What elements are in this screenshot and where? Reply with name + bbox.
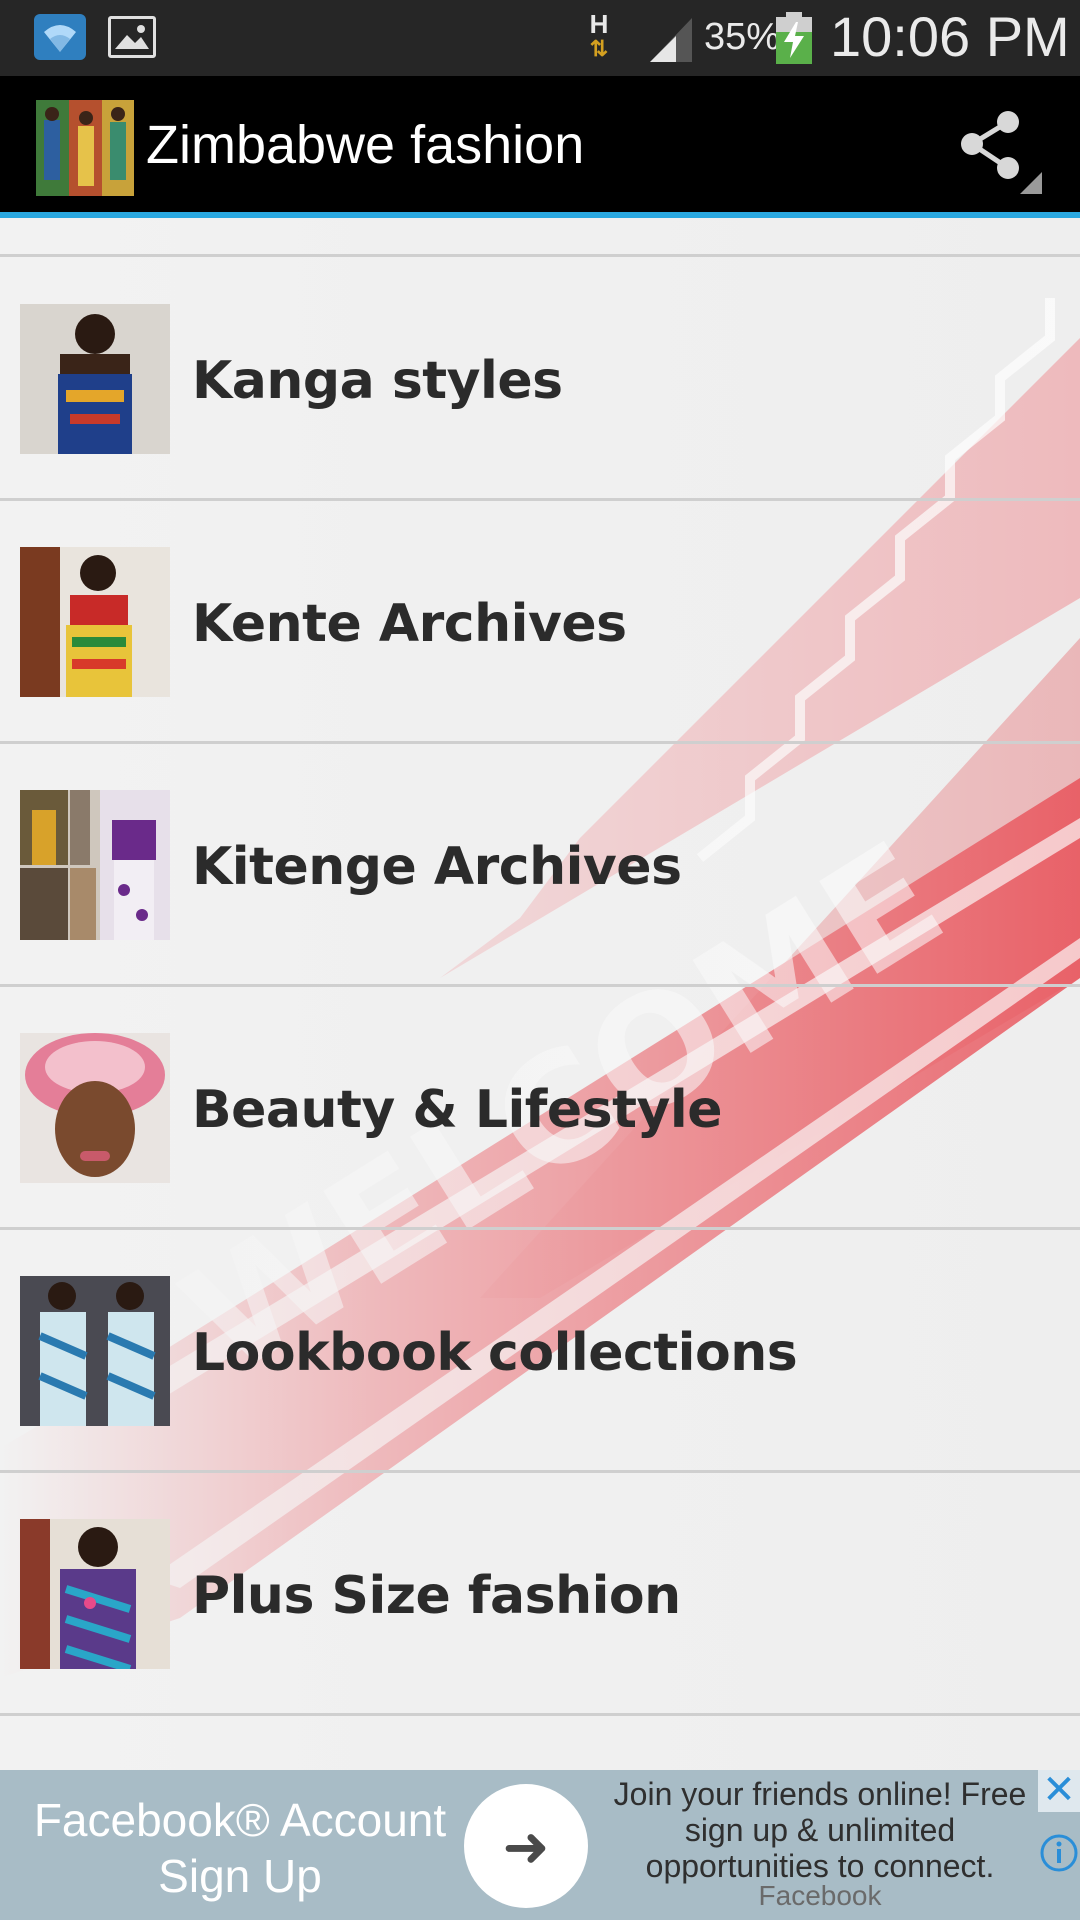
ad-description: Join your friends online! Free sign up &… xyxy=(613,1776,1027,1884)
info-icon[interactable] xyxy=(1038,1832,1080,1874)
list-item[interactable] xyxy=(0,218,1080,257)
item-label: Kitenge Archives xyxy=(192,837,682,897)
list-item-plus-size-fashion[interactable]: Plus Size fashion xyxy=(0,1471,1080,1716)
item-label: Kente Archives xyxy=(192,594,627,654)
share-button[interactable] xyxy=(946,98,1042,194)
share-icon xyxy=(961,111,1042,194)
battery-charging-icon xyxy=(776,12,812,64)
list-item-kanga-styles[interactable]: Kanga styles xyxy=(0,256,1080,501)
item-label: Lookbook collections xyxy=(192,1323,798,1383)
clock: 10:06 PM xyxy=(830,5,1070,68)
ad-headline[interactable]: Facebook® Account Sign Up xyxy=(20,1792,460,1904)
gallery-icon xyxy=(108,16,156,58)
item-thumbnail xyxy=(20,1519,170,1669)
cell-signal-icon xyxy=(646,14,696,69)
item-thumbnail xyxy=(20,304,170,454)
ad-brand: Facebook xyxy=(758,1880,882,1911)
wifi-icon xyxy=(34,14,86,60)
data-transfer-icon: H ⇅ xyxy=(589,9,609,61)
item-thumbnail xyxy=(20,790,170,940)
item-label: Beauty & Lifestyle xyxy=(192,1080,722,1140)
category-list[interactable]: WELCOME Kanga styles xyxy=(0,218,1080,1770)
item-label: Plus Size fashion xyxy=(192,1566,681,1626)
app-title: Zimbabwe fashion xyxy=(146,115,585,175)
list-item-kitenge-archives[interactable]: Kitenge Archives xyxy=(0,742,1080,987)
list-item-beauty-lifestyle[interactable]: Beauty & Lifestyle xyxy=(0,985,1080,1230)
app-bar: Zimbabwe fashion xyxy=(0,76,1080,214)
arrow-right-icon: ➜ xyxy=(502,1815,550,1878)
ad-banner[interactable]: Facebook® Account Sign Up ➜ Join your fr… xyxy=(0,1770,1080,1920)
list-item-kente-archives[interactable]: Kente Archives xyxy=(0,499,1080,744)
item-thumbnail xyxy=(20,1033,170,1183)
ad-cta-button[interactable]: ➜ xyxy=(464,1784,588,1908)
status-bar: H ⇅ 35% 10:06 PM xyxy=(0,0,1080,76)
item-label: Kanga styles xyxy=(192,351,563,411)
item-thumbnail xyxy=(20,1276,170,1426)
item-thumbnail xyxy=(20,547,170,697)
battery-percent: 35% xyxy=(704,16,781,58)
app-logo[interactable] xyxy=(36,100,134,196)
list-item-lookbook-collections[interactable]: Lookbook collections xyxy=(0,1228,1080,1473)
close-icon[interactable]: ✕ xyxy=(1038,1770,1080,1812)
